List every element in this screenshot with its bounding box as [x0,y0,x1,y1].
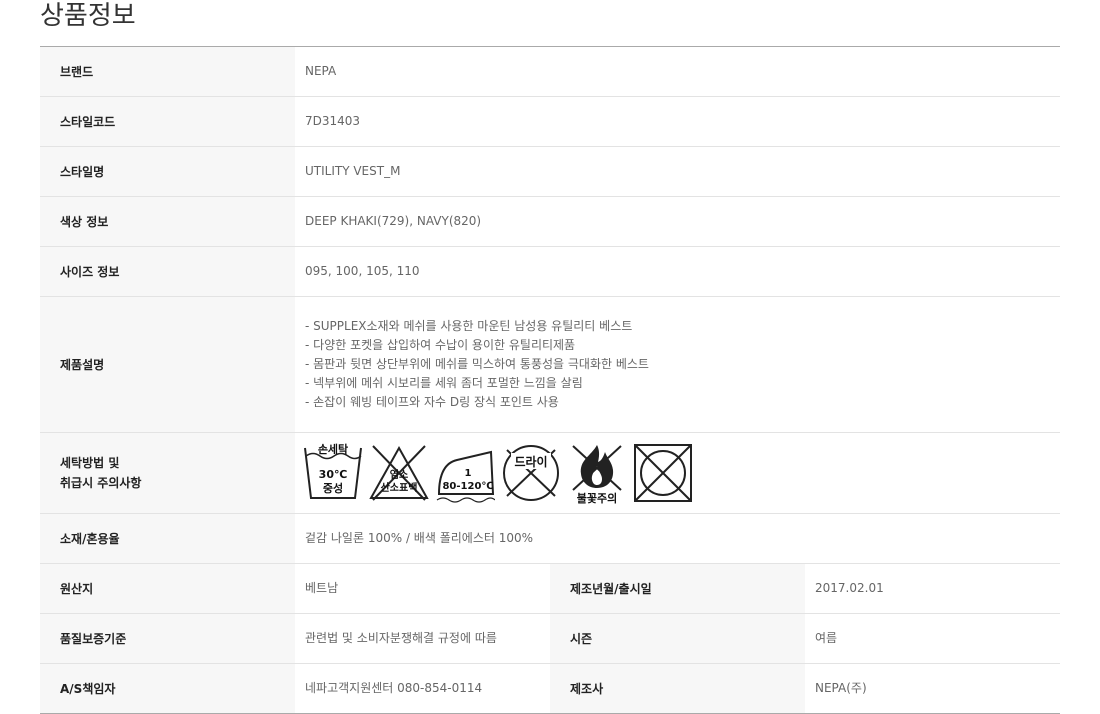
page-title: 상품정보 [40,1,136,31]
style-code-value: 7D31403 [305,114,361,128]
iron-level-text: 1 [465,468,472,479]
brand-label: 브랜드 [40,47,295,96]
origin-label: 원산지 [40,564,295,613]
no-dry-clean-icon: 드라이 [503,445,559,501]
row-origin: 원산지 베트남 제조년월/출시일 2017.02.01 [40,564,1060,614]
season-label: 시즌 [550,614,805,663]
no-dry-clean-text: 드라이 [514,454,547,469]
row-color: 색상 정보 DEEP KHAKI(729), NAVY(820) [40,197,1060,247]
row-material: 소재/혼용율 겉감 나일론 100% / 배색 폴리에스터 100% [40,514,1060,564]
brand-value: NEPA [305,64,337,78]
quality-value: 관련법 및 소비자분쟁해결 규정에 따름 [305,631,497,645]
style-code-label: 스타일코드 [40,97,295,146]
style-name-value: UTILITY VEST_M [305,164,401,178]
care-icons: 손세탁 30℃ 중성 염소 산소표백 1 80-120℃ 드라이 불꽃주의 [303,442,693,504]
row-style-name: 스타일명 UTILITY VEST_M [40,147,1060,197]
color-label: 색상 정보 [40,197,295,246]
row-as: A/S책임자 네파고객지원센터 080-854-0114 제조사 NEPA(주) [40,664,1060,713]
size-label: 사이즈 정보 [40,247,295,296]
row-size: 사이즈 정보 095, 100, 105, 110 [40,247,1060,297]
no-tumble-dry-icon [634,444,692,502]
quality-label: 품질보증기준 [40,614,295,663]
row-brand: 브랜드 NEPA [40,47,1060,97]
row-description: 제품설명 - SUPPLEX소재와 메쉬를 사용한 마운틴 남성용 유틸리티 베… [40,297,1060,433]
origin-value: 베트남 [305,581,339,595]
as-value: 네파고객지원센터 080-854-0114 [305,681,483,695]
season-value: 여름 [815,631,838,645]
description-label: 제품설명 [40,297,295,432]
hand-wash-top-text: 손세탁 [318,442,348,456]
size-value: 095, 100, 105, 110 [305,264,420,278]
manufacture-date-value: 2017.02.01 [815,581,884,595]
description-line: - 손잡이 웨빙 테이프와 자수 D링 장식 포인트 사용 [305,395,559,409]
iron-temp-text: 80-120℃ [442,481,493,492]
no-bleach-line1: 염소 [390,469,408,481]
description-value: - SUPPLEX소재와 메쉬를 사용한 마운틴 남성용 유틸리티 베스트 - … [295,297,1060,432]
hand-wash-icon: 손세탁 30℃ 중성 [304,442,362,499]
material-label: 소재/혼용율 [40,514,295,563]
description-line: - 넥부위에 메쉬 시보리를 세워 좀더 포멀한 느낌을 살림 [305,376,583,390]
as-label: A/S책임자 [40,664,295,713]
row-style-code: 스타일코드 7D31403 [40,97,1060,147]
care-label-line2: 취급시 주의사항 [60,476,142,490]
product-info-table: 브랜드 NEPA 스타일코드 7D31403 스타일명 UTILITY VEST… [40,46,1060,714]
row-quality: 품질보증기준 관련법 및 소비자분쟁해결 규정에 따름 시즌 여름 [40,614,1060,664]
care-label: 세탁방법 및 취급시 주의사항 [40,433,295,513]
no-bleach-line2: 산소표백 [381,481,418,494]
iron-icon: 1 80-120℃ [436,450,495,503]
hand-wash-temp-text: 30℃ [319,468,348,481]
color-value: DEEP KHAKI(729), NAVY(820) [305,214,482,228]
description-line: - 다양한 포켓을 삽입하여 수납이 용이한 유틸리티제품 [305,338,576,352]
care-label-line1: 세탁방법 및 [60,456,120,470]
description-line: - SUPPLEX소재와 메쉬를 사용한 마운틴 남성용 유틸리티 베스트 [305,319,633,333]
care-icons-cell: 손세탁 30℃ 중성 염소 산소표백 1 80-120℃ 드라이 불꽃주의 [295,433,1060,513]
hand-wash-bottom-text: 중성 [323,481,343,495]
fire-caution-text: 불꽃주의 [577,491,617,504]
fire-caution-icon: 불꽃주의 [572,445,622,504]
manufacturer-value: NEPA(주) [815,681,867,695]
manufacture-date-label: 제조년월/출시일 [550,564,805,613]
no-bleach-icon: 염소 산소표백 [369,445,429,501]
material-value: 겉감 나일론 100% / 배색 폴리에스터 100% [305,531,534,545]
row-care: 세탁방법 및 취급시 주의사항 손세탁 30℃ 중성 염소 산소표백 1 80-… [40,433,1060,514]
description-line: - 몸판과 뒷면 상단부위에 메쉬를 믹스하여 통풍성을 극대화한 베스트 [305,357,649,371]
style-name-label: 스타일명 [40,147,295,196]
description-list: - SUPPLEX소재와 메쉬를 사용한 마운틴 남성용 유틸리티 베스트 - … [305,317,649,412]
manufacturer-label: 제조사 [550,664,805,713]
